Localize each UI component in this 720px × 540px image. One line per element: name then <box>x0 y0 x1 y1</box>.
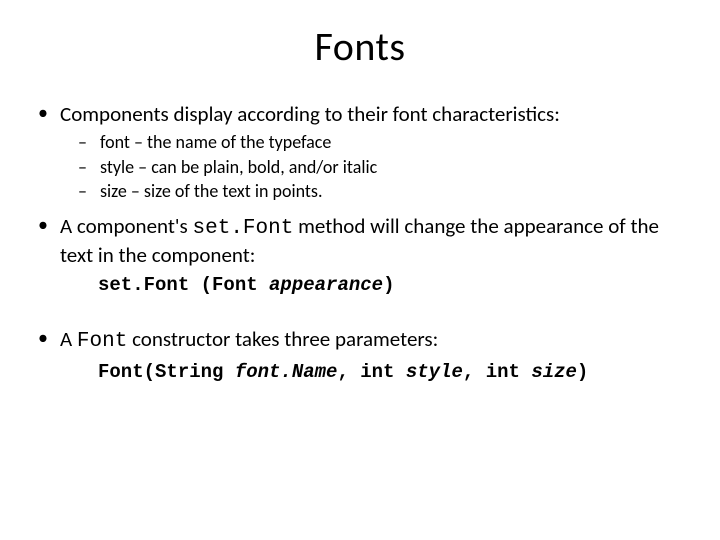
slide-body: Components display according to their fo… <box>0 71 720 385</box>
bullet-3-code: Font <box>77 330 127 353</box>
spacer <box>60 316 690 326</box>
bullet-2: A component's set.Font method will chang… <box>60 213 690 298</box>
bullet-list: Components display according to their fo… <box>30 101 690 385</box>
cb3-b: font.Name <box>235 361 338 383</box>
cb3-a: Font(String <box>98 361 235 383</box>
cb3-e: , int <box>463 361 531 383</box>
bullet-1-sublist: font – the name of the typeface style – … <box>60 131 690 203</box>
cb2-b: appearance <box>269 274 383 296</box>
cb2-a: set.Font (Font <box>98 274 269 296</box>
bullet-2-code: set.Font <box>193 217 294 240</box>
cb3-f: size <box>531 361 577 383</box>
bullet-3-codeblock: Font(String font.Name, int style, int si… <box>98 361 690 385</box>
bullet-2-pre: A component's <box>60 213 193 239</box>
sub-1: font – the name of the typeface <box>100 131 690 154</box>
bullet-1-text: Components display according to their fo… <box>60 101 560 127</box>
cb3-g: ) <box>577 361 588 383</box>
sub-2: style – can be plain, bold, and/or itali… <box>100 156 690 179</box>
bullet-2-codeblock: set.Font (Font appearance) <box>98 274 690 298</box>
cb3-c: , int <box>337 361 405 383</box>
bullet-3-post: constructor takes three parameters: <box>127 326 438 352</box>
bullet-3: A Font constructor takes three parameter… <box>60 326 690 385</box>
sub-3: size – size of the text in points. <box>100 180 690 203</box>
cb2-c: ) <box>383 274 394 296</box>
bullet-3-pre: A <box>60 326 77 352</box>
slide-title: Fonts <box>0 22 720 71</box>
slide: Fonts Components display according to th… <box>0 22 720 540</box>
bullet-1: Components display according to their fo… <box>60 101 690 203</box>
cb3-d: style <box>406 361 463 383</box>
